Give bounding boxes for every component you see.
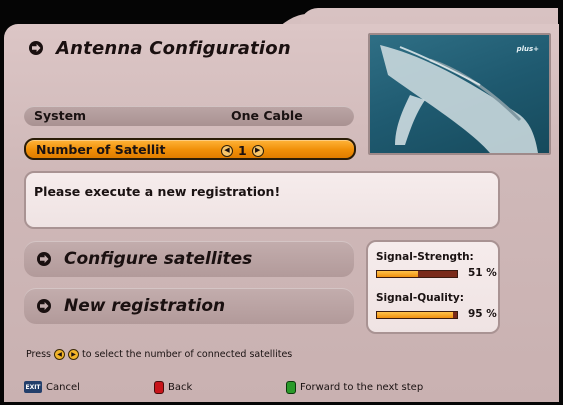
channel-logo: plus+ — [516, 45, 539, 53]
satellites-value: 1 — [238, 143, 247, 158]
back-action[interactable]: Back — [154, 381, 192, 394]
exit-key-icon: EXIT — [24, 381, 42, 393]
forward-label: Forward to the next step — [300, 382, 424, 393]
stepper-left-icon[interactable]: ◀ — [221, 144, 233, 157]
satellites-label: Number of Satellit — [36, 142, 166, 157]
satellites-stepper[interactable]: ◀ 1 ▶ — [221, 143, 264, 158]
cancel-label: Cancel — [46, 381, 80, 393]
signal-quality-value: 95 % — [468, 308, 497, 320]
green-key-icon — [286, 381, 296, 394]
configure-satellites-label: Configure satellites — [64, 249, 253, 269]
right-key-icon: ▶ — [68, 349, 80, 360]
arrow-right-icon — [28, 40, 44, 56]
signal-strength-label: Signal-Strength: — [376, 251, 474, 263]
hint-prefix: Press — [26, 349, 52, 360]
arrow-right-icon — [36, 251, 52, 267]
message-box: Please execute a new registration! — [24, 171, 500, 229]
signal-panel: Signal-Strength: 51 % Signal-Quality: 95… — [366, 240, 500, 334]
page-title: Antenna Configuration — [56, 37, 291, 59]
hint-suffix: to select the number of connected satell… — [82, 349, 293, 360]
left-key-icon: ◀ — [54, 349, 66, 360]
system-row[interactable]: System One Cable — [24, 106, 354, 126]
signal-quality-fill — [377, 312, 453, 318]
message-text: Please execute a new registration! — [34, 184, 281, 199]
tv-preview: plus+ — [368, 33, 551, 155]
forward-action[interactable]: Forward to the next step — [286, 381, 423, 394]
signal-strength-value: 51 % — [468, 267, 497, 279]
signal-quality-label: Signal-Quality: — [376, 292, 464, 304]
screen: Antenna Configuration plus+ System One C… — [0, 0, 563, 405]
configure-satellites-button[interactable]: Configure satellites — [24, 241, 354, 277]
footer-bar: EXIT Cancel Back Forward to the next ste… — [24, 381, 544, 399]
hint-text: Press ◀ ▶ to select the number of connec… — [26, 349, 292, 360]
system-value: One Cable — [231, 108, 303, 123]
back-label: Back — [168, 382, 193, 393]
stepper-right-icon[interactable]: ▶ — [251, 144, 264, 157]
new-registration-button[interactable]: New registration — [24, 288, 354, 324]
signal-quality-bar — [376, 311, 458, 319]
satellites-row[interactable]: Number of Satellit ◀ 1 ▶ — [24, 138, 356, 160]
new-registration-label: New registration — [64, 296, 226, 316]
page-header: Antenna Configuration — [28, 36, 291, 60]
cancel-action[interactable]: EXIT Cancel — [24, 381, 80, 393]
system-label: System — [34, 108, 87, 123]
signal-strength-bar — [376, 270, 458, 278]
signal-strength-fill — [377, 271, 418, 277]
red-key-icon — [154, 381, 164, 394]
arrow-right-icon — [36, 298, 52, 314]
